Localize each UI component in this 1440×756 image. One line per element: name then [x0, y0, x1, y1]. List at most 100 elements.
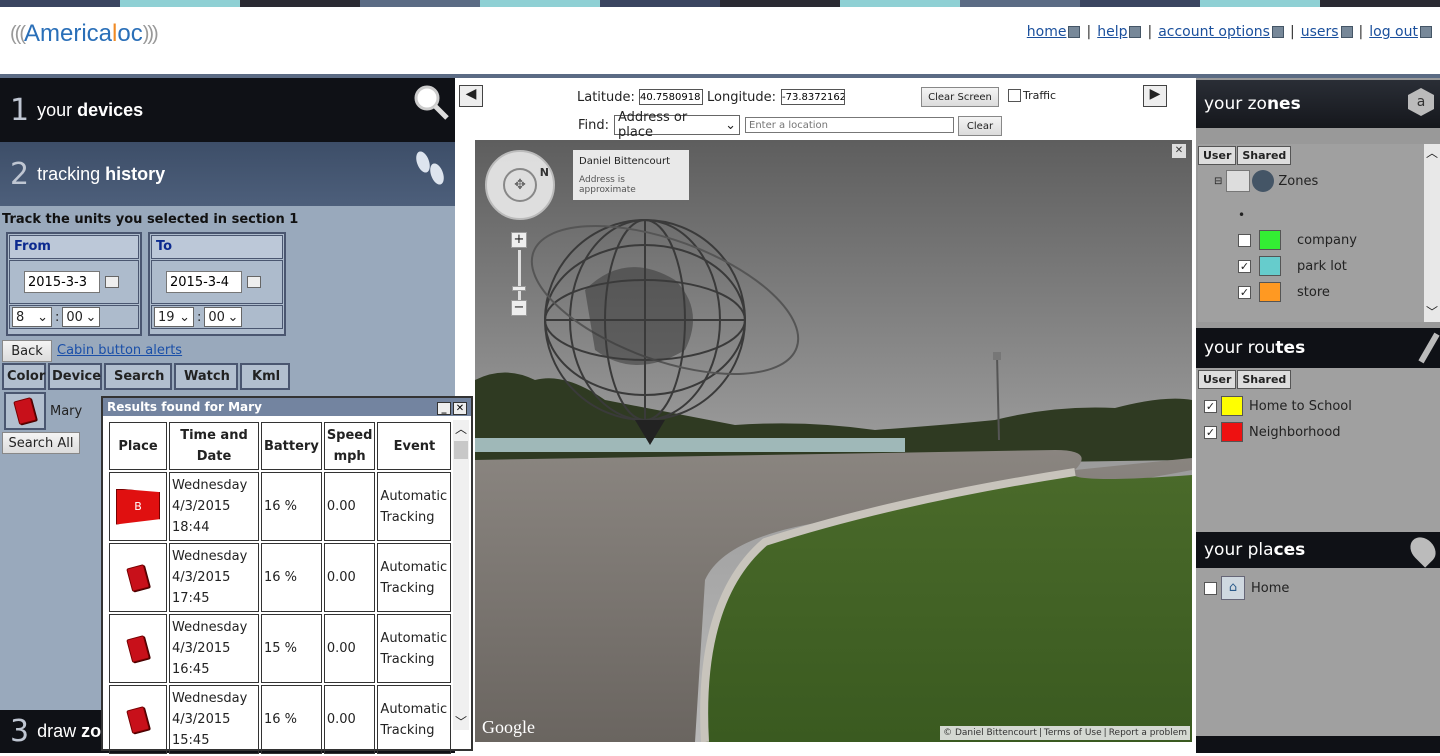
nav-log-out[interactable]: log out	[1369, 24, 1432, 40]
zones-hex-icon: a	[1408, 88, 1434, 116]
arrow-right-icon[interactable]: ▶	[1143, 85, 1167, 107]
results-popup[interactable]: Results found for Mary _ ✕ Place Time and…	[101, 396, 473, 754]
route-item-neighborhood[interactable]: ✓ Neighborhood	[1204, 422, 1341, 442]
tree-dot: •	[1238, 208, 1246, 222]
zones-scrollbar[interactable]: ︿ ﹀	[1424, 144, 1440, 322]
to-label: To	[151, 235, 283, 259]
table-row[interactable]: B Wednesday 4/3/2015 18:44 16 % 0.00 Autom…	[109, 472, 452, 541]
table-row[interactable]: Wednesday 4/3/2015 16:45 15 % 0.00 Automat…	[109, 614, 452, 683]
logout-icon	[1420, 26, 1432, 38]
north-icon: N	[539, 166, 549, 179]
zones-header[interactable]: your zo nes a	[1196, 80, 1440, 128]
footprints-icon	[416, 151, 444, 185]
help-icon	[1129, 26, 1142, 38]
col-color: Color	[2, 363, 46, 390]
place-item-home[interactable]: ⌂ Home	[1204, 576, 1289, 600]
popup-titlebar[interactable]: Results found for Mary _ ✕	[103, 398, 471, 416]
zone-item-company[interactable]: company	[1238, 230, 1357, 250]
zone-item-store[interactable]: ✓ store	[1238, 282, 1330, 302]
from-minute-select[interactable]: 00 ⌄	[62, 307, 101, 327]
routes-tab-shared[interactable]: Shared	[1237, 370, 1292, 389]
location-input[interactable]	[745, 117, 954, 133]
to-minute-select[interactable]: 00 ⌄	[204, 307, 243, 327]
from-date-input[interactable]	[24, 271, 100, 293]
to-date-input[interactable]	[166, 271, 242, 293]
zoom-out-button[interactable]: −	[511, 300, 527, 316]
scroll-up-icon: ︿	[454, 422, 467, 436]
minimize-icon[interactable]: _	[437, 401, 451, 415]
back-button[interactable]: Back	[2, 340, 52, 362]
zoom-track[interactable]	[518, 250, 521, 300]
col-watch: Watch	[174, 363, 238, 390]
flag-marker-icon[interactable]: B	[116, 488, 160, 525]
map-footer: © Daniel Bittencourt | Terms of Use | Repo…	[940, 726, 1190, 740]
scroll-down-icon: ﹀	[1425, 305, 1438, 319]
zones-tab-user[interactable]: User	[1198, 146, 1237, 165]
route-item-home-to-school[interactable]: ✓ Home to School	[1204, 396, 1352, 416]
red-device-icon[interactable]	[126, 634, 150, 663]
folder-icon	[1226, 170, 1251, 192]
sv-copyright: © Daniel Bittencourt	[943, 728, 1037, 738]
popup-scrollbar[interactable]: ︿ ﹀	[453, 420, 469, 730]
magnifier-icon	[414, 85, 449, 120]
street-view-info-card: Daniel Bittencourt Address is approximat…	[573, 150, 689, 200]
route-color-swatch	[1221, 396, 1243, 416]
device-table-header: Color Device Search Watch Kml	[2, 363, 290, 390]
places-panel: ⌂ Home	[1196, 568, 1440, 736]
red-device-icon[interactable]	[126, 705, 150, 734]
find-mode-select[interactable]: Address or place ⌄	[614, 110, 740, 140]
col-speed: Speed mph	[323, 422, 376, 470]
nav-home[interactable]: home	[1027, 24, 1081, 40]
top-stripe	[0, 0, 1440, 7]
places-header[interactable]: your pla ces	[1196, 532, 1440, 568]
street-view[interactable]: ✥ N + − Daniel Bittencourt Address is ap…	[475, 140, 1192, 742]
results-table: Place Time and Date Battery Speed mph Ev…	[107, 420, 453, 756]
logo-text-1: America	[23, 20, 113, 47]
nav-account-options[interactable]: account options	[1158, 24, 1284, 40]
calendar-icon[interactable]	[105, 276, 119, 288]
nav-help[interactable]: help	[1097, 24, 1142, 40]
device-color-swatch[interactable]	[4, 392, 46, 430]
table-row[interactable]: Wednesday 4/3/2015 17:45 16 % 0.00 Automat…	[109, 543, 452, 612]
routes-tab-user[interactable]: User	[1198, 370, 1237, 389]
from-hour-select[interactable]: 8 ⌄	[12, 307, 52, 327]
section-tracking-history[interactable]: 2 tracking history	[0, 142, 455, 206]
routes-panel: User Shared ✓ Home to School ✓ Neighborhood	[1196, 368, 1440, 532]
logo-text-2: oc	[117, 20, 143, 47]
signal-waves-icon: (((	[10, 22, 26, 45]
to-hour-select[interactable]: 19 ⌄	[154, 307, 194, 327]
map-bottom-gutter	[455, 742, 1196, 753]
scroll-thumb[interactable]	[454, 441, 468, 459]
chevron-down-icon: ⌄	[179, 309, 190, 325]
zone-item-park-lot[interactable]: ✓ park lot	[1238, 256, 1347, 276]
nav-users[interactable]: users	[1301, 24, 1353, 40]
report-problem-link[interactable]: Report a problem	[1109, 728, 1187, 738]
ruler-icon	[1418, 332, 1440, 364]
calendar-icon[interactable]	[247, 276, 261, 288]
longitude-input[interactable]	[781, 89, 845, 105]
zoom-handle[interactable]	[512, 286, 526, 291]
americaloc-logo[interactable]: ((( America l oc )))	[10, 18, 159, 50]
arrow-left-icon[interactable]: ◀	[459, 85, 483, 107]
terms-link[interactable]: Terms of Use	[1044, 728, 1102, 738]
clear-button[interactable]: Clear	[958, 116, 1002, 136]
cabin-button-alerts-link[interactable]: Cabin button alerts	[57, 343, 182, 358]
clear-screen-button[interactable]: Clear Screen	[921, 87, 999, 107]
account-icon	[1271, 26, 1284, 38]
sv-note: Address is approximate	[579, 175, 636, 195]
close-icon[interactable]: ✕	[453, 401, 467, 415]
zones-root[interactable]: ⊟ Zones	[1214, 170, 1318, 192]
red-device-icon[interactable]	[126, 563, 150, 592]
pan-icon[interactable]: ✥	[503, 168, 537, 202]
search-all-button[interactable]: Search All	[2, 432, 80, 454]
zones-tab-shared[interactable]: Shared	[1237, 146, 1292, 165]
compass-control[interactable]: ✥ N	[485, 150, 555, 220]
latitude-input[interactable]	[639, 89, 703, 105]
table-row[interactable]: Wednesday 4/3/2015 15:45 16 % 0.00 Automat…	[109, 685, 452, 754]
section-your-devices[interactable]: 1 your devices	[0, 78, 455, 142]
traffic-toggle[interactable]: Traffic	[1008, 89, 1056, 102]
zoom-in-button[interactable]: +	[511, 232, 527, 248]
routes-header[interactable]: your rou tes	[1196, 328, 1440, 368]
close-icon[interactable]: ✕	[1172, 144, 1186, 158]
find-label: Find:	[578, 118, 610, 133]
